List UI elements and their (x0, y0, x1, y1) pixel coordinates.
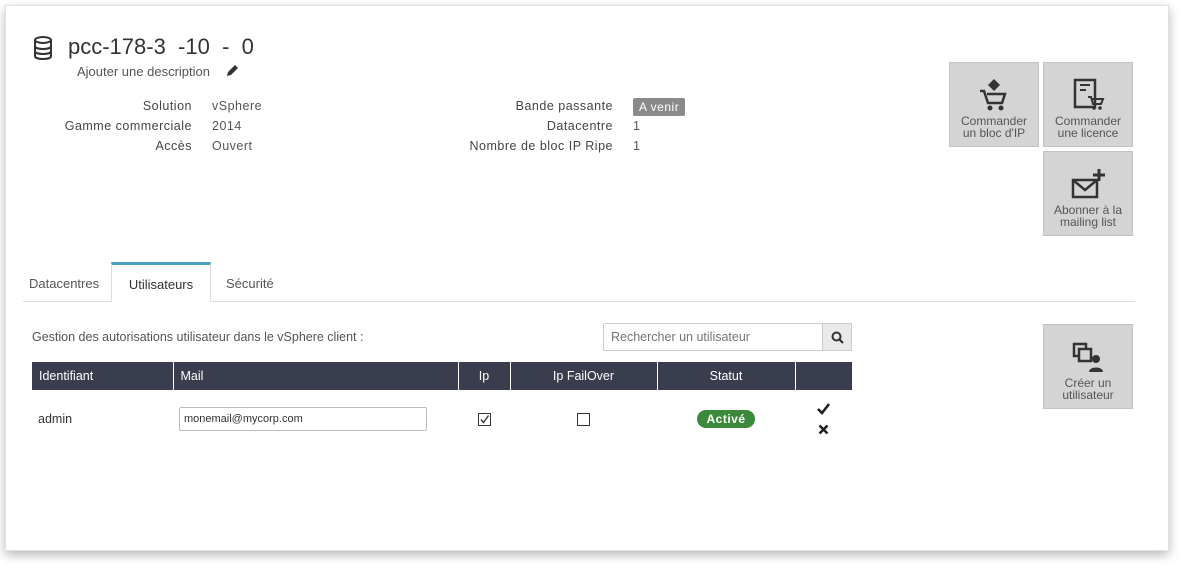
users-table: Identifiant Mail Ip Ip FailOver Statut a… (32, 362, 852, 448)
mail-plus-icon (1071, 169, 1105, 199)
bande-passante-badge: A venir (633, 98, 686, 116)
order-license-button[interactable]: Commander une licence (1043, 62, 1133, 147)
datacentre-label: Datacentre (546, 119, 613, 133)
license-cart-icon (1073, 78, 1105, 110)
search-button[interactable] (822, 323, 852, 351)
status-badge: Activé (697, 410, 755, 428)
mailing-line2: mailing list (1059, 215, 1116, 229)
acces-label: Accès (155, 139, 192, 153)
gamme-value: 2014 (212, 119, 242, 133)
order-ip-line2: un bloc d'IP (962, 126, 1026, 140)
subscribe-mailing-button[interactable]: Abonner à la mailing list (1043, 151, 1133, 236)
ip-ripe-value: 1 (633, 139, 641, 153)
user-mail-input[interactable] (179, 407, 427, 431)
ip-checkbox[interactable] (477, 413, 491, 427)
column-header-ip-failover: Ip FailOver (510, 362, 658, 390)
cart-ip-icon (980, 79, 1007, 111)
user-actions-cell (795, 390, 852, 448)
table-row: admin Activé (32, 390, 852, 448)
bande-passante-label: Bande passante (515, 99, 613, 113)
permissions-description: Gestion des autorisations utilisateur da… (32, 330, 364, 344)
column-header-mail: Mail (173, 362, 459, 390)
ip-ripe-label: Nombre de bloc IP Ripe (469, 139, 613, 153)
order-license-line2: une licence (1057, 126, 1119, 140)
solution-label: Solution (142, 99, 192, 113)
ip-failover-checkbox[interactable] (577, 413, 590, 427)
tab-datacentres[interactable]: Datacentres (29, 276, 99, 291)
table-header-row: Identifiant Mail Ip Ip FailOver Statut (32, 362, 852, 390)
add-description-link[interactable]: Ajouter une description (77, 64, 210, 79)
delete-x-icon[interactable] (818, 424, 829, 435)
column-header-identifiant: Identifiant (32, 362, 174, 390)
user-search-input[interactable] (603, 323, 823, 351)
order-ip-block-button[interactable]: Commander un bloc d'IP (949, 62, 1039, 147)
pencil-icon[interactable] (225, 64, 239, 78)
add-user-icon (1072, 342, 1103, 372)
user-identifiant: admin (38, 412, 73, 426)
search-icon (831, 331, 844, 344)
column-header-statut: Statut (657, 362, 796, 390)
confirm-check-icon[interactable] (817, 403, 830, 415)
datacentre-value: 1 (633, 119, 641, 133)
page-title: pcc-178-3 -10 - 0 (68, 34, 254, 59)
column-header-ip: Ip (458, 362, 511, 390)
database-icon (34, 36, 52, 61)
user-ip-failover-cell (510, 390, 657, 448)
column-header-actions (795, 362, 852, 390)
gamme-label: Gamme commerciale (64, 119, 192, 133)
solution-value: vSphere (212, 99, 263, 113)
user-ip-cell (458, 390, 510, 448)
create-user-button[interactable]: Créer un utilisateur (1043, 324, 1133, 409)
user-mail-cell (173, 390, 458, 448)
acces-value: Ouvert (212, 139, 253, 153)
tab-utilisateurs[interactable]: Utilisateurs (111, 262, 211, 302)
user-status-cell: Activé (657, 390, 795, 448)
tab-securite[interactable]: Sécurité (226, 276, 274, 291)
create-user-line2: utilisateur (1062, 388, 1114, 402)
checkmark-icon (479, 415, 489, 424)
